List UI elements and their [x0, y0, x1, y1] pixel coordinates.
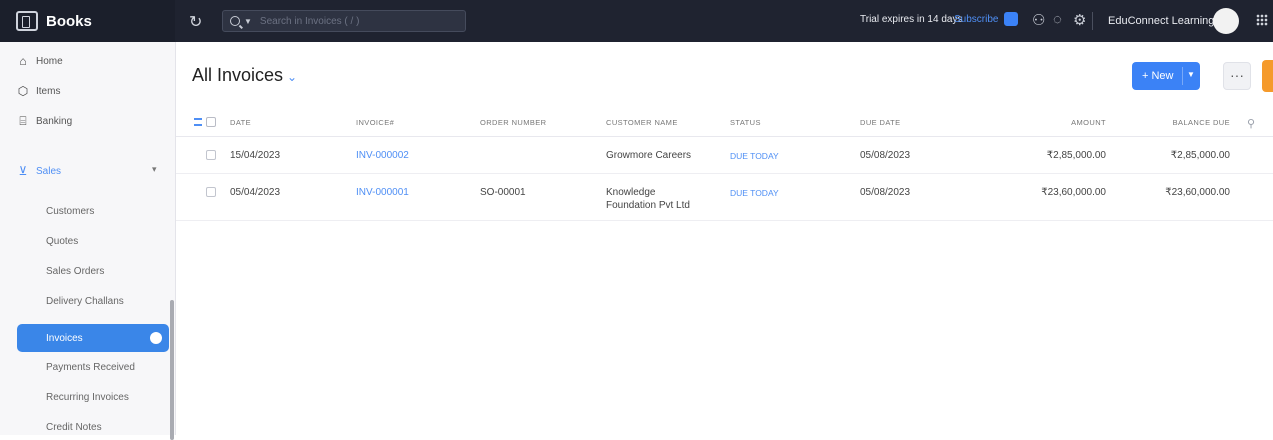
- users-icon[interactable]: ⚇: [1032, 11, 1045, 29]
- sidebar-item-home[interactable]: ⌂ Home: [16, 54, 63, 68]
- sidebar: ⌂ Home ⬡ Items ⌸ Banking ⊻ Sales ▾ Custo…: [0, 42, 176, 440]
- trial-notice: Trial expires in 14 days: [860, 14, 963, 25]
- new-button[interactable]: + New ▼: [1132, 62, 1200, 90]
- column-header-invoice[interactable]: INVOICE#: [356, 118, 394, 127]
- sidebar-item-sales-orders[interactable]: Sales Orders: [46, 266, 104, 277]
- columns-icon[interactable]: [194, 118, 202, 126]
- column-header-customer-name[interactable]: CUSTOMER NAME: [606, 118, 678, 127]
- notification-badge-icon[interactable]: [1004, 12, 1018, 26]
- chevron-down-icon[interactable]: ▼: [1187, 70, 1195, 79]
- sidebar-item-quotes[interactable]: Quotes: [46, 236, 78, 247]
- status-badge: DUE TODAY: [730, 188, 779, 198]
- cell-amount: ₹23,60,000.00: [1041, 187, 1106, 198]
- sidebar-item-invoices[interactable]: Invoices: [17, 324, 169, 352]
- sidebar-item-label: Home: [36, 55, 63, 67]
- cell-balance-due: ₹23,60,000.00: [1165, 187, 1230, 198]
- cell-due-date: 05/08/2023: [860, 187, 911, 198]
- chevron-down-icon[interactable]: ▾: [152, 164, 157, 175]
- cart-icon: ⊻: [18, 164, 28, 178]
- brand[interactable]: Books: [0, 0, 175, 42]
- sidebar-item-payments-received[interactable]: Payments Received: [46, 362, 135, 373]
- divider: [1182, 67, 1183, 85]
- home-icon: ⌂: [19, 54, 27, 68]
- cell-invoice-link[interactable]: INV-000001: [356, 186, 409, 199]
- items-icon: ⬡: [17, 84, 29, 98]
- cell-date: 15/04/2023: [230, 150, 281, 161]
- sidebar-item-recurring-invoices[interactable]: Recurring Invoices: [46, 392, 129, 403]
- row-checkbox[interactable]: [206, 150, 216, 160]
- subscribe-link[interactable]: Subscribe: [954, 14, 998, 25]
- gear-icon[interactable]: ⚙: [1073, 11, 1086, 29]
- column-header-due-date[interactable]: DUE DATE: [860, 118, 901, 127]
- help-tab-button[interactable]: [1262, 60, 1273, 92]
- org-name: EduConnect Learning...: [1108, 15, 1224, 27]
- more-options-button[interactable]: ···: [1223, 62, 1251, 90]
- sidebar-item-credit-notes[interactable]: Credit Notes: [46, 422, 102, 433]
- cell-date: 05/04/2023: [230, 187, 281, 198]
- divider: [1092, 12, 1093, 30]
- sidebar-item-customers[interactable]: Customers: [46, 206, 94, 217]
- sidebar-item-label: Invoices: [46, 333, 83, 344]
- avatar[interactable]: [1213, 8, 1239, 34]
- sidebar-item-banking[interactable]: ⌸ Banking: [16, 114, 72, 129]
- status-badge: DUE TODAY: [730, 151, 779, 161]
- table-row[interactable]: 05/04/2023 INV-000001 SO-00001 Knowledge…: [176, 174, 1273, 221]
- app-grid-icon[interactable]: [1256, 14, 1268, 26]
- sidebar-item-delivery-challans[interactable]: Delivery Challans: [46, 296, 124, 307]
- chevron-down-icon[interactable]: ⌄: [287, 70, 297, 84]
- sidebar-item-label: Banking: [36, 116, 73, 127]
- sidebar-item-label: Sales: [36, 165, 62, 177]
- cell-order-number: SO-00001: [480, 187, 526, 198]
- new-button-label: + New: [1142, 70, 1174, 82]
- chat-icon[interactable]: ◌: [1053, 11, 1062, 28]
- cell-amount: ₹2,85,000.00: [1046, 150, 1106, 161]
- add-invoice-icon[interactable]: [150, 332, 162, 344]
- sidebar-scrollbar[interactable]: [170, 300, 174, 440]
- table-header: DATE INVOICE# ORDER NUMBER CUSTOMER NAME…: [176, 110, 1273, 137]
- column-header-amount[interactable]: AMOUNT: [996, 118, 1106, 127]
- cell-invoice-link[interactable]: INV-000002: [356, 149, 409, 162]
- app-name: Books: [46, 12, 92, 30]
- books-logo-icon: [16, 11, 38, 31]
- search-input[interactable]: [257, 14, 452, 28]
- top-bar: Books ↻ ▼ Trial expires in 14 days Subsc…: [0, 0, 1273, 42]
- column-header-balance-due[interactable]: BALANCE DUE: [1120, 118, 1230, 127]
- column-header-status[interactable]: STATUS: [730, 118, 761, 127]
- search-icon[interactable]: [230, 16, 240, 26]
- cell-customer-name: Growmore Careers: [606, 150, 692, 161]
- cell-balance-due: ₹2,85,000.00: [1170, 150, 1230, 161]
- table-row[interactable]: 15/04/2023 INV-000002 Growmore Careers D…: [176, 137, 1273, 174]
- search-box[interactable]: ▼: [222, 10, 466, 32]
- page-title-text: All Invoices: [192, 65, 284, 85]
- bank-icon: ⌸: [19, 114, 27, 128]
- column-header-order-number[interactable]: ORDER NUMBER: [480, 118, 546, 127]
- refresh-icon[interactable]: ↻: [189, 12, 202, 32]
- chevron-down-icon[interactable]: ▼: [244, 17, 252, 26]
- sidebar-item-sales[interactable]: ⊻ Sales: [16, 164, 61, 178]
- select-all-checkbox[interactable]: [206, 117, 216, 127]
- page-title[interactable]: All Invoices ⌄: [192, 65, 297, 86]
- cell-due-date: 05/08/2023: [860, 150, 911, 161]
- sidebar-item-items[interactable]: ⬡ Items: [16, 84, 61, 98]
- sidebar-item-label: Items: [36, 85, 61, 97]
- column-header-date[interactable]: DATE: [230, 118, 251, 127]
- column-settings-icon[interactable]: ⚲: [1247, 117, 1255, 130]
- row-checkbox[interactable]: [206, 187, 216, 197]
- cell-customer-name: Knowledge Foundation Pvt Ltd: [606, 187, 690, 211]
